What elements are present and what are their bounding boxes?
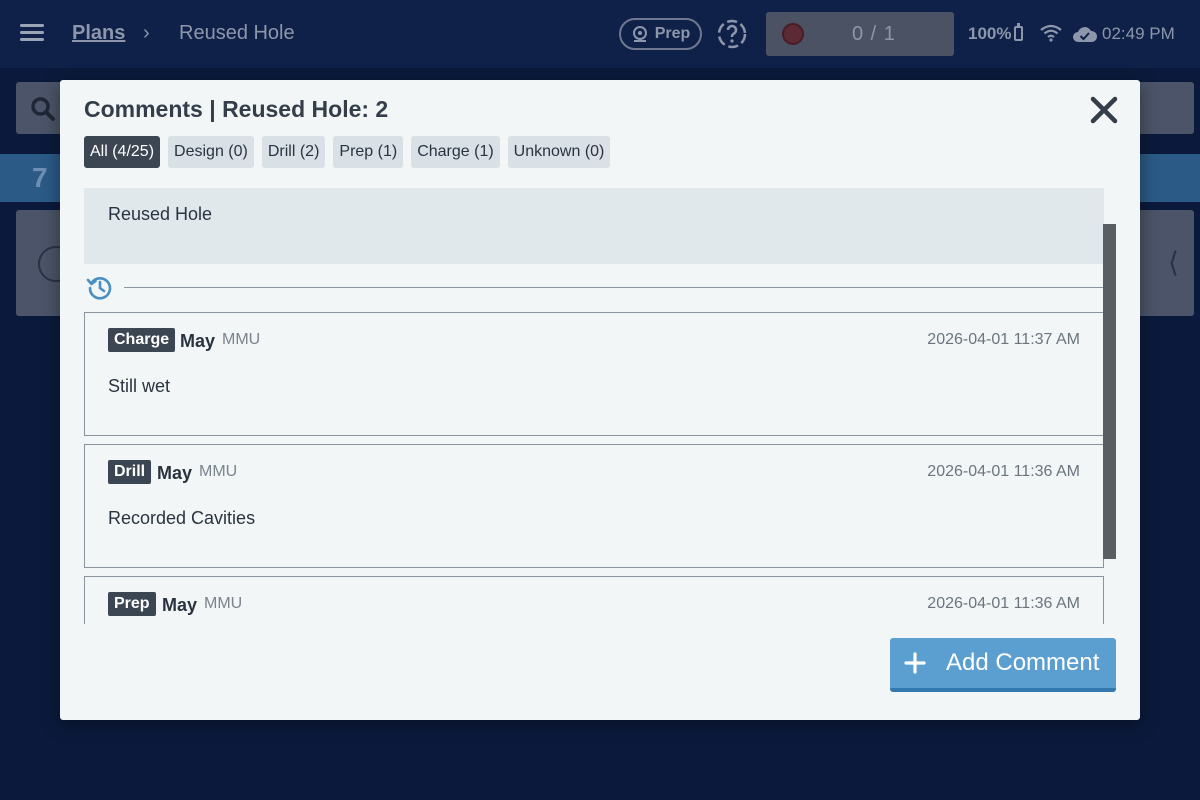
comment-tag: Drill [108,460,152,484]
plus-icon [904,652,926,674]
comments-modal: Comments | Reused Hole: 2 All (4/25) Des… [60,80,1140,720]
comment-text: Still wet [108,376,171,396]
comment-author: May [157,463,193,483]
add-comment-button[interactable]: Add Comment [890,638,1116,692]
record-counter[interactable]: 0 / 1 [766,12,954,56]
modal-title: Comments | Reused Hole: 2 [84,96,389,122]
comment-card[interactable]: Drill May MMU 2026-04-01 11:36 AM Record… [84,444,1104,568]
cloud-sync-icon [1073,27,1098,42]
mode-chip-label: Prep [654,25,691,42]
history-icon[interactable] [86,274,114,302]
comment-org: MMU [199,463,238,480]
comment-card[interactable]: Prep May MMU 2026-04-01 11:36 AM [84,576,1104,624]
menu-icon[interactable] [20,24,44,42]
comment-text: Recorded Cavities [108,508,256,528]
filter-design[interactable]: Design (0) [168,136,254,168]
background-band-number: 7 [32,162,48,193]
filter-unknown[interactable]: Unknown (0) [507,136,611,168]
comment-tag: Prep [108,592,156,616]
comment-org: MMU [222,331,261,348]
history-divider [124,287,1104,288]
search-icon [31,97,55,121]
filter-charge[interactable]: Charge (1) [411,136,500,168]
battery-percent: 100% [968,24,1012,43]
comment-card[interactable]: Charge May MMU 2026-04-01 11:37 AM Still… [84,312,1104,436]
top-bar: Plans › Reused Hole Prep 0 / 1 100% 02:4… [0,0,1200,68]
filter-prep[interactable]: Prep (1) [333,136,404,168]
comment-timestamp: 2026-04-01 11:36 AM [927,595,1080,612]
breadcrumb-plans-link[interactable]: Plans [72,22,125,45]
comment-timestamp: 2026-04-01 11:37 AM [927,331,1080,348]
add-comment-label: Add Comment [946,649,1100,676]
breadcrumb-separator: › [143,22,150,44]
comment-tag: Charge [108,328,176,352]
breadcrumb-current: Reused Hole [179,22,295,44]
filter-all[interactable]: All (4/25) [84,136,161,168]
comments-list[interactable]: Reused Hole Charge May MMU 2026-04-01 11… [84,188,1118,624]
camera-icon [632,26,647,42]
hole-header-text: Reused Hole [108,204,213,224]
battery-icon [1014,23,1024,41]
counter-value: 0 / 1 [852,23,896,45]
mode-chip[interactable]: Prep [619,18,702,50]
wifi-icon [1040,24,1062,42]
background-chevron-icon: ⟨ [1168,247,1179,278]
comment-timestamp: 2026-04-01 11:36 AM [927,463,1080,480]
comment-author: May [180,331,216,351]
comment-author: May [162,595,198,615]
filter-drill[interactable]: Drill (2) [261,136,326,168]
help-icon[interactable] [716,18,748,50]
record-icon [782,23,804,45]
hole-header: Reused Hole [84,188,1104,264]
scrollbar-thumb[interactable] [1103,224,1116,559]
filter-tabs: All (4/25) Design (0) Drill (2) Prep (1)… [84,136,611,168]
close-icon[interactable] [1086,92,1122,128]
comment-org: MMU [204,595,243,612]
battery-status: 100% [968,23,1024,44]
clock: 02:49 PM [1102,24,1175,43]
